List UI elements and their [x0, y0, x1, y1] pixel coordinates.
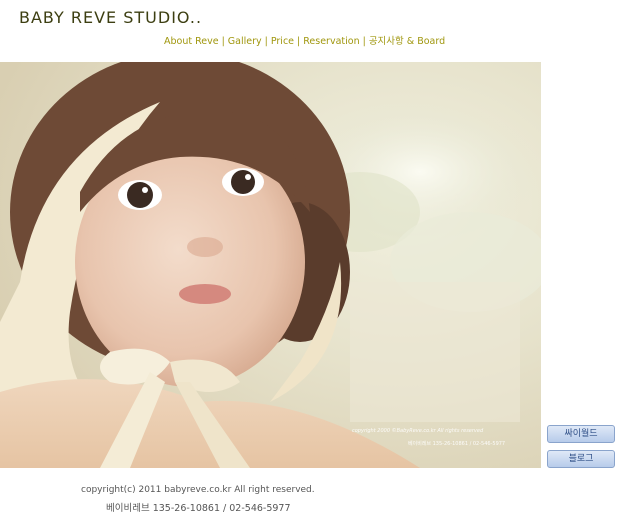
nav-separator: | — [297, 36, 301, 47]
photo-watermark: copyright 2000 ©BabyReve.co.kr All right… — [352, 428, 484, 434]
baby-portrait-image — [0, 62, 541, 468]
site-logo[interactable]: BABY REVE STUDIO.. — [19, 8, 202, 27]
nav-separator: | — [362, 36, 366, 47]
footer-copyright: copyright(c) 2011 babyreve.co.kr All rig… — [81, 485, 315, 495]
photo-watermark-business: 베이비레브 135-26-10861 / 02-546-5977 — [408, 441, 506, 447]
nav-gallery[interactable]: Gallery — [228, 36, 262, 47]
nav-price[interactable]: Price — [271, 36, 294, 47]
nav-about-reve[interactable]: About Reve — [164, 36, 219, 47]
main-nav: About Reve | Gallery | Price | Reservation | 공지사… — [164, 33, 445, 47]
nav-separator: | — [264, 36, 268, 47]
nav-notice-board[interactable]: 공지사항 & Board — [369, 36, 445, 47]
hero-photo — [0, 62, 541, 468]
blog-button[interactable]: 블로그 — [547, 450, 615, 468]
cyworld-button[interactable]: 싸이월드 — [547, 425, 615, 443]
nav-separator: | — [221, 36, 225, 47]
nav-reservation[interactable]: Reservation — [303, 36, 359, 47]
footer-business-info: 베이비레브 135-26-10861 / 02-546-5977 — [106, 503, 291, 514]
